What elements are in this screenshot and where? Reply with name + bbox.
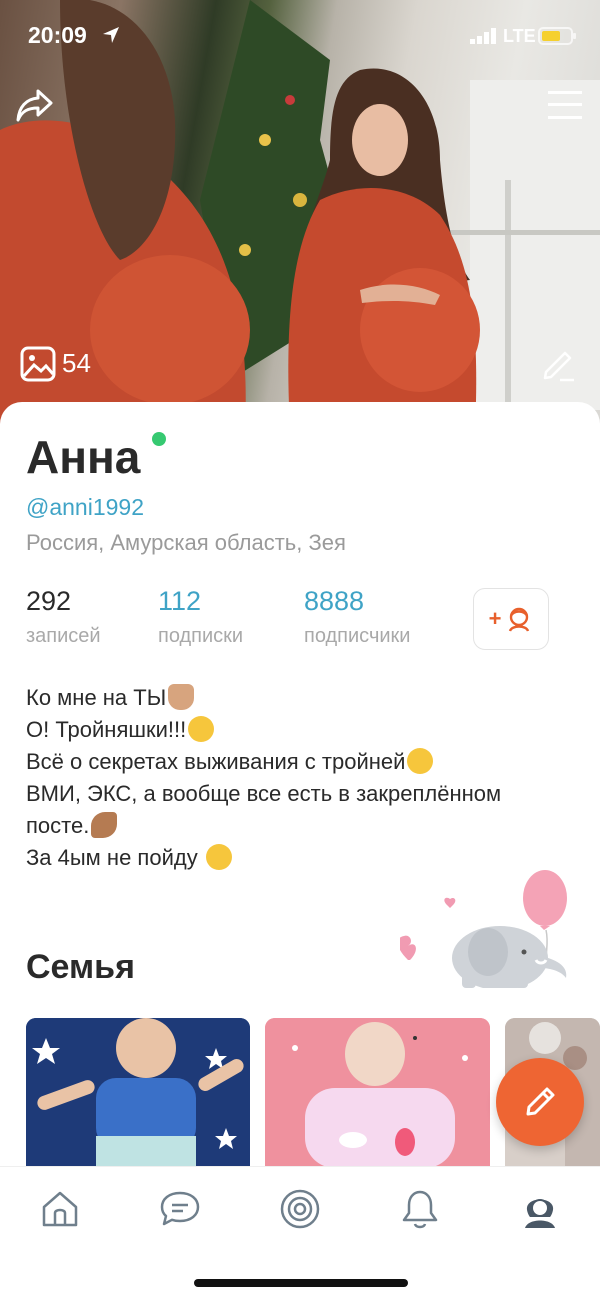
location-arrow-icon xyxy=(103,27,119,43)
cover-photo[interactable]: 20:09 LTE 54 xyxy=(0,0,600,430)
stat-followers[interactable]: 8888 подписчики xyxy=(304,586,410,648)
profile-name: Анна xyxy=(26,431,141,483)
status-bar: 20:09 LTE xyxy=(0,0,600,72)
target-icon xyxy=(280,1189,320,1229)
network-type: LTE xyxy=(503,26,536,46)
family-photo[interactable] xyxy=(26,1018,250,1166)
family-section-title: Семья xyxy=(26,948,135,986)
family-photo[interactable] xyxy=(265,1018,490,1166)
signal-icon xyxy=(470,28,496,44)
stat-posts[interactable]: 292 записей xyxy=(26,586,101,648)
baby-photo-image xyxy=(26,1018,250,1166)
pencil-icon xyxy=(526,1087,555,1116)
follow-button[interactable]: + xyxy=(473,588,549,650)
stat-followers-label: подписчики xyxy=(304,625,411,647)
profile-location: Россия, Амурская область, Зея xyxy=(26,530,346,555)
bio-line: посте. xyxy=(26,810,576,842)
sweat-smile-emoji xyxy=(188,716,215,742)
tab-notifications[interactable] xyxy=(398,1187,442,1231)
online-status-dot xyxy=(152,432,166,446)
home-icon xyxy=(42,1191,78,1227)
bottom-tab-bar xyxy=(0,1166,600,1298)
profile-username[interactable]: @anni1992 xyxy=(26,494,144,521)
tab-discover[interactable] xyxy=(278,1187,322,1231)
bio-line: Ко мне на ТЫ xyxy=(26,682,576,714)
home-indicator[interactable] xyxy=(194,1279,408,1287)
tab-messages[interactable] xyxy=(158,1187,202,1231)
stat-posts-value: 292 xyxy=(26,586,72,616)
stat-subscriptions-label: подписки xyxy=(158,625,244,647)
hand-over-mouth-emoji xyxy=(205,844,232,870)
stat-subscriptions[interactable]: 112 подписки xyxy=(158,586,243,648)
profile-icon xyxy=(525,1199,555,1228)
battery-icon xyxy=(538,27,576,45)
bio-line: ВМИ, ЭКС, а вообще все есть в закреплённ… xyxy=(26,781,502,806)
menu-icon[interactable] xyxy=(548,90,582,120)
bell-icon xyxy=(402,1190,438,1229)
share-icon[interactable] xyxy=(16,88,54,124)
stat-followers-value: 8888 xyxy=(304,586,365,616)
status-time: 20:09 xyxy=(28,22,87,48)
thinking-emoji xyxy=(407,748,434,774)
heart-hands-emoji xyxy=(168,684,195,710)
follow-button-label: + xyxy=(488,606,502,631)
bio-line: О! Тройняшки!!! xyxy=(26,714,576,746)
flexed-biceps-emoji xyxy=(91,812,118,838)
profile-card: Анна @anni1992 Россия, Амурская область,… xyxy=(0,402,600,1298)
tab-profile[interactable] xyxy=(518,1187,562,1231)
new-post-button[interactable] xyxy=(496,1058,584,1146)
stat-posts-label: записей xyxy=(26,625,101,647)
bio-line: Всё о секретах выживания с тройней xyxy=(26,746,576,778)
tab-home[interactable] xyxy=(38,1187,82,1231)
baby-photo-image xyxy=(265,1018,490,1166)
chat-icon xyxy=(160,1191,200,1226)
stat-subscriptions-value: 112 xyxy=(158,586,202,616)
profile-bio: Ко мне на ТЫ О! Тройняшки!!! Всё о секре… xyxy=(26,682,576,874)
photo-count[interactable]: 54 xyxy=(62,348,91,379)
edit-cover-icon[interactable] xyxy=(540,346,576,382)
elephant-balloon-illustration xyxy=(400,870,567,988)
add-friend-icon xyxy=(509,607,530,632)
photos-icon[interactable] xyxy=(20,346,56,382)
